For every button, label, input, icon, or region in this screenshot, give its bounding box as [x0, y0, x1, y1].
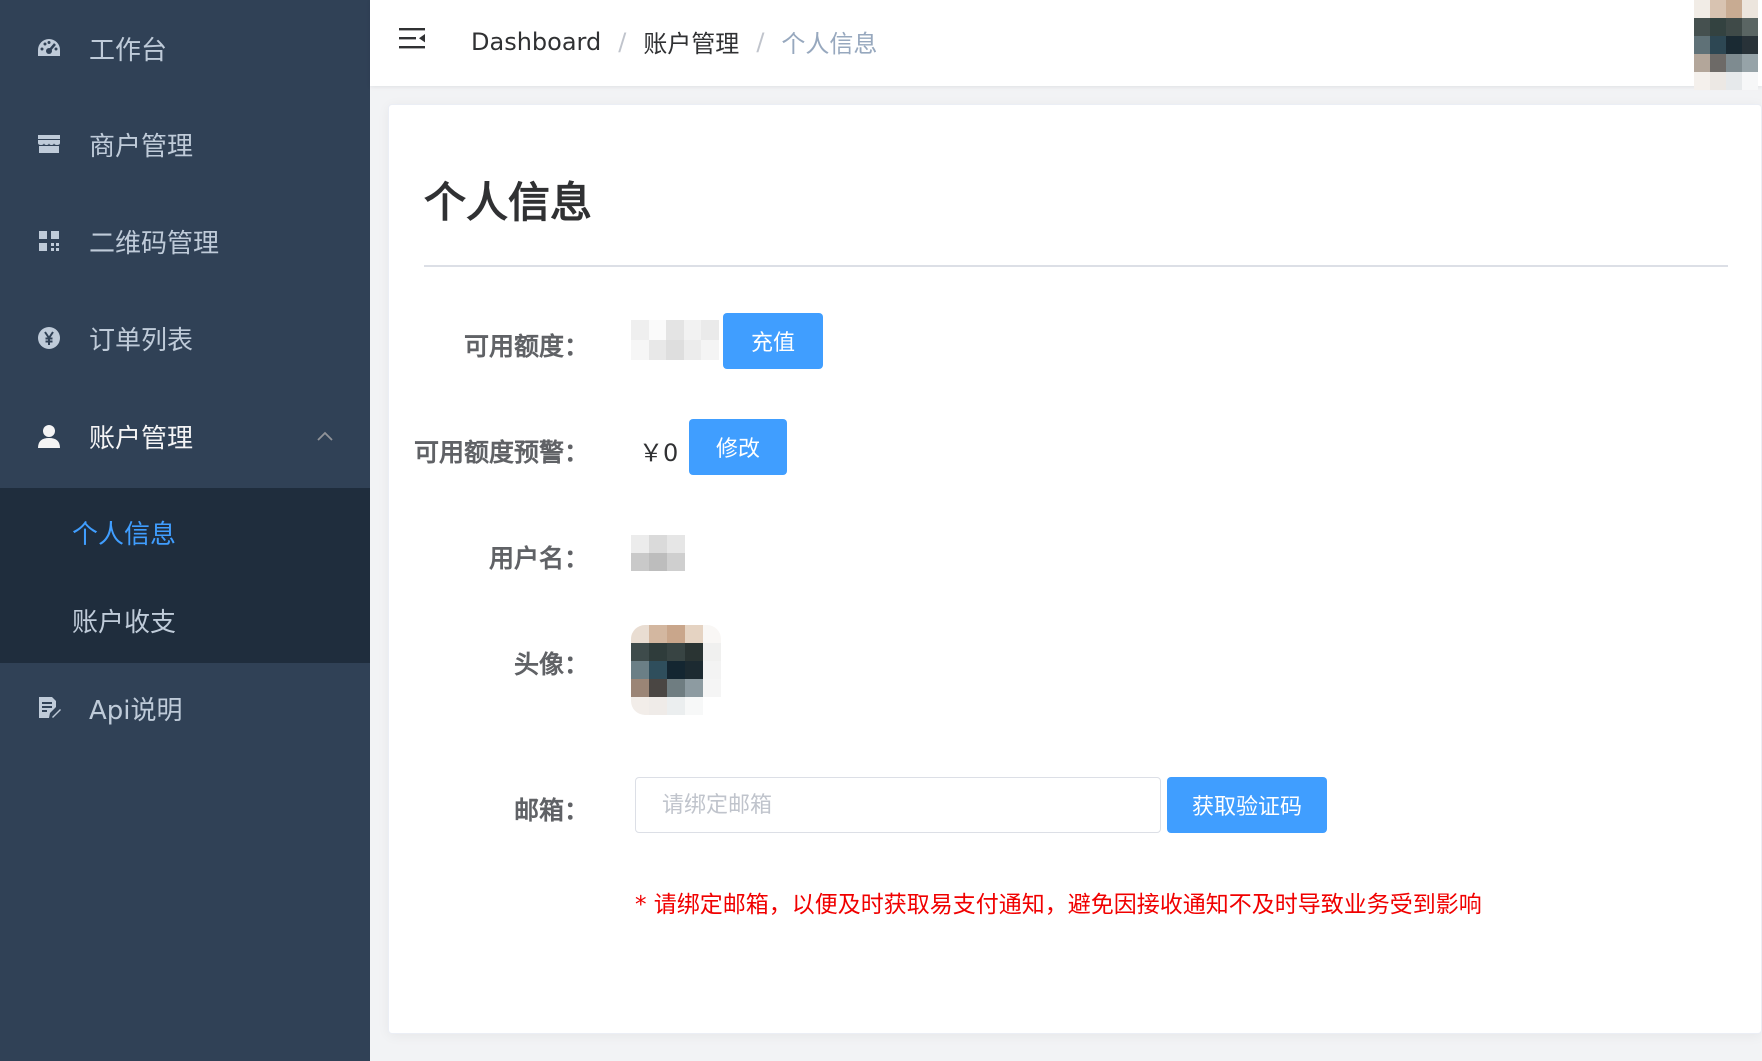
username-label: 用户名： — [488, 544, 589, 573]
email-binding-notice: * 请绑定邮箱，以便及时获取易支付通知，避免因接收通知不及时导致业务受到影响 — [635, 892, 1482, 918]
balance-warning-value: ￥0 — [639, 439, 679, 467]
sidebar-item-label: 账户管理 — [89, 423, 194, 454]
breadcrumb-item-account[interactable]: 账户管理 — [643, 24, 739, 59]
user-icon — [36, 423, 62, 449]
document-edit-icon — [36, 695, 62, 721]
avatar-label: 头像： — [513, 650, 589, 679]
balance-value-masked — [631, 320, 719, 360]
sidebar-item-workbench[interactable]: 工作台 — [0, 0, 370, 96]
sidebar-item-label: 账户收支 — [72, 607, 177, 638]
sidebar-item-label: 商户管理 — [89, 131, 194, 162]
dashboard-icon — [36, 35, 62, 61]
sidebar-item-label: 二维码管理 — [89, 228, 220, 259]
edit-warning-button[interactable]: 修改 — [689, 419, 787, 475]
sidebar-item-profile[interactable]: 个人信息 — [0, 488, 370, 576]
top-navbar: Dashboard / 账户管理 / 个人信息 — [370, 0, 1762, 90]
breadcrumb-item-dashboard[interactable]: Dashboard — [471, 28, 601, 56]
sidebar-item-label: 个人信息 — [72, 519, 177, 550]
breadcrumb: Dashboard / 账户管理 / 个人信息 — [471, 24, 877, 59]
email-label: 邮箱： — [513, 796, 589, 825]
qrcode-icon — [36, 228, 62, 254]
sidebar: 工作台 商户管理 二维码管理 订单列表 账户管理 个人信息 账户收支 Api说明 — [0, 0, 370, 1061]
sidebar-item-qrcodes[interactable]: 二维码管理 — [0, 193, 370, 289]
balance-warning-label: 可用额度预警： — [413, 438, 589, 467]
get-verification-code-button[interactable]: 获取验证码 — [1167, 777, 1327, 833]
email-input[interactable] — [635, 777, 1161, 833]
page-title: 个人信息 — [424, 178, 593, 227]
account-submenu: 个人信息 账户收支 — [0, 488, 370, 663]
title-divider — [424, 265, 1728, 267]
sidebar-item-api-docs[interactable]: Api说明 — [0, 660, 370, 756]
username-value-masked — [631, 535, 685, 571]
recharge-button[interactable]: 充值 — [723, 313, 823, 369]
sidebar-item-account-ledger[interactable]: 账户收支 — [0, 576, 370, 664]
yen-icon — [36, 325, 62, 351]
sidebar-item-account[interactable]: 账户管理 — [0, 388, 370, 484]
sidebar-item-merchants[interactable]: 商户管理 — [0, 96, 370, 192]
profile-card: 个人信息 可用额度： 充值 可用额度预警： ￥0 修改 用户名： 头像： 邮箱：… — [388, 104, 1762, 1034]
breadcrumb-separator: / — [756, 27, 765, 56]
sidebar-item-label: 订单列表 — [89, 325, 194, 356]
breadcrumb-item-current: 个人信息 — [781, 30, 878, 58]
user-avatar-menu[interactable] — [1658, 0, 1762, 100]
hamburger-icon[interactable] — [398, 24, 428, 54]
store-icon — [36, 131, 62, 157]
sidebar-item-label: Api说明 — [89, 695, 183, 726]
sidebar-item-orders[interactable]: 订单列表 — [0, 290, 370, 386]
avatar[interactable] — [631, 625, 721, 715]
balance-label: 可用额度： — [463, 332, 589, 361]
sidebar-item-label: 工作台 — [89, 35, 168, 66]
breadcrumb-separator: / — [618, 27, 627, 56]
